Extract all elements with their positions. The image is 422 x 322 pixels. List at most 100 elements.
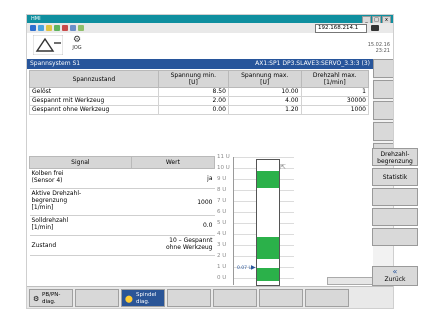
folder-icon[interactable]: [46, 25, 52, 31]
spindle-icon: ⬤: [125, 295, 133, 303]
pointer-arrow-icon: ▶: [251, 264, 256, 271]
softkey-h4[interactable]: [167, 289, 211, 307]
voltage-max-cell: 10.00: [227, 87, 302, 97]
table-row[interactable]: Zustand 10 – Gespannt ohne Werkzeug: [29, 235, 215, 256]
softkey-h2[interactable]: [75, 289, 119, 307]
softkey-2[interactable]: [373, 80, 393, 99]
speed-max-cell: 1: [300, 87, 369, 97]
back-softkey[interactable]: « Zurück: [372, 266, 418, 286]
signal-value: ja: [131, 168, 215, 189]
channel-indicator: ⚙ JOG: [67, 35, 87, 53]
time: 23:21: [375, 48, 390, 54]
softkey-3[interactable]: [373, 101, 393, 120]
y-tick-label: 7 U: [217, 198, 227, 204]
softkey-4[interactable]: [373, 122, 393, 141]
signal-name: Aktive Drehzahl- begrenzung [1/min]: [29, 188, 132, 216]
table-row[interactable]: Aktive Drehzahl- begrenzung [1/min] 1000: [29, 188, 215, 216]
network-diag-icon: ⚙: [33, 295, 40, 303]
mouse-cursor-icon: ⇱: [280, 163, 286, 171]
tool-icon: ⚙: [72, 35, 82, 45]
signal-name: Zustand: [29, 235, 132, 256]
double-chevron-left-icon: «: [392, 267, 398, 276]
softkey-h5[interactable]: [213, 289, 257, 307]
header: ⚙ JOG 15.02.16 23:21: [27, 33, 393, 59]
table-row[interactable]: Gespannt mit Werkzeug 2.00 4.00 30000: [29, 96, 369, 106]
horizontal-softkey-bar: ⚙ PB/PN- diag. ⬤ Spindel diag.: [27, 286, 393, 308]
voltage-min-cell: 8.50: [157, 87, 229, 97]
status-bar: Spannsystem S1 AX1:SP1 DP3.SLAVE3:SERVO_…: [27, 59, 373, 69]
column-header: Spannung min. [U]: [157, 70, 229, 88]
y-tick-label: 3 U: [217, 242, 227, 248]
pb-pn-diag-button[interactable]: ⚙ PB/PN- diag.: [29, 289, 73, 307]
voltage-max-cell: 1.20: [227, 105, 302, 115]
softkey-h7[interactable]: [305, 289, 349, 307]
state-cell: Gelöst: [29, 87, 159, 97]
network-icon[interactable]: [38, 25, 44, 31]
signal-value: 10 – Gespannt ohne Werkzeug: [131, 235, 215, 256]
column-header: Spannung max. [U]: [227, 70, 302, 88]
signal-value: 0.0: [131, 215, 215, 236]
softkey-empty-a[interactable]: [372, 188, 418, 206]
table-header-row: Signal Wert: [29, 156, 216, 169]
y-tick-label: 9 U: [217, 176, 227, 182]
y-tick-label: 11 U: [217, 154, 230, 160]
signal-name: Solldrehzahl [1/min]: [29, 215, 132, 236]
gridline: [234, 157, 294, 158]
spindle-logo-icon: [33, 35, 63, 55]
settings-icon[interactable]: [54, 25, 60, 31]
voltage-bar-frame: [256, 159, 280, 286]
table-row[interactable]: Gespannt ohne Werkzeug 0.00 1.20 1000: [29, 105, 369, 115]
state-cell: Gespannt ohne Werkzeug: [29, 105, 159, 115]
column-header: Signal: [29, 156, 132, 169]
alarm-icon[interactable]: [62, 25, 68, 31]
signal-value: 1000: [131, 188, 215, 216]
chart-plot-area: 0.07 U ▶ ⇱: [233, 157, 294, 286]
horizontal-scrollbar[interactable]: [327, 277, 373, 285]
home-icon[interactable]: [30, 25, 36, 31]
signal-table: Signal Wert Kolben frei (Sensor 4) ja Ak…: [29, 156, 216, 256]
voltage-max-cell: 4.00: [227, 96, 302, 106]
y-tick-label: 2 U: [217, 253, 227, 259]
spindle-diag-label: Spindel diag.: [136, 292, 157, 305]
ip-address-field[interactable]: 192.168.214.1: [315, 24, 367, 33]
y-tick-label: 4 U: [217, 231, 227, 237]
y-tick-label: 1 U: [217, 264, 227, 270]
voltage-band: [257, 237, 279, 259]
table-row[interactable]: Solldrehzahl [1/min] 0.0: [29, 215, 215, 236]
hmi-screen: HMI _ □ x 192.168.214.1 ⚙ JOG 15.02.16 2…: [26, 14, 394, 309]
main-content: Spannzustand Spannung min. [U] Spannung …: [27, 69, 373, 286]
y-tick-label: 0 U: [217, 275, 227, 281]
column-header: Spannzustand: [29, 70, 159, 88]
clamping-state-table: Spannzustand Spannung min. [U] Spannung …: [29, 70, 369, 115]
speed-limit-softkey[interactable]: Drehzahl- begrenzung: [372, 148, 418, 166]
softkey-h6[interactable]: [259, 289, 303, 307]
voltage-chart: 0.07 U ▶ ⇱ 11 U 10 U 9 U 8 U 7 U 6 U 5 U 4 U 3 U 2 U…: [215, 154, 369, 286]
spindle-diag-button[interactable]: ⬤ Spindel diag.: [121, 289, 165, 307]
window-title: HMI: [31, 16, 41, 22]
signal-name: Kolben frei (Sensor 4): [29, 168, 132, 189]
softkey-empty-b[interactable]: [372, 208, 418, 226]
clamping-system-label: Spannsystem S1: [30, 60, 81, 67]
table-row[interactable]: Gelöst 8.50 10.00 1: [29, 87, 369, 97]
window-icon[interactable]: [70, 25, 76, 31]
softkey-empty-c[interactable]: [372, 228, 418, 246]
column-header: Wert: [130, 156, 216, 169]
datetime: 15.02.16 23:21: [368, 42, 390, 54]
y-tick-label: 5 U: [217, 220, 227, 226]
channel-mode: JOG: [72, 45, 82, 51]
column-header: Drehzahl max. [1/min]: [300, 70, 369, 88]
edit-icon[interactable]: [78, 25, 84, 31]
window-titlebar: HMI _ □ x: [27, 15, 393, 24]
state-cell: Gespannt mit Werkzeug: [29, 96, 159, 106]
voltage-min-cell: 0.00: [157, 105, 229, 115]
y-tick-label: 6 U: [217, 209, 227, 215]
softkey-1[interactable]: [373, 59, 393, 78]
voltage-band: [257, 171, 279, 188]
voltage-marker: [257, 268, 279, 271]
speed-max-cell: 1000: [300, 105, 369, 115]
y-tick-label: 8 U: [217, 187, 227, 193]
axis-address: AX1:SP1 DP3.SLAVE3:SERVO_3.3:3 (3): [255, 60, 370, 67]
voltage-min-cell: 2.00: [157, 96, 229, 106]
table-row[interactable]: Kolben frei (Sensor 4) ja: [29, 168, 215, 189]
statistics-softkey[interactable]: Statistik: [372, 168, 418, 186]
